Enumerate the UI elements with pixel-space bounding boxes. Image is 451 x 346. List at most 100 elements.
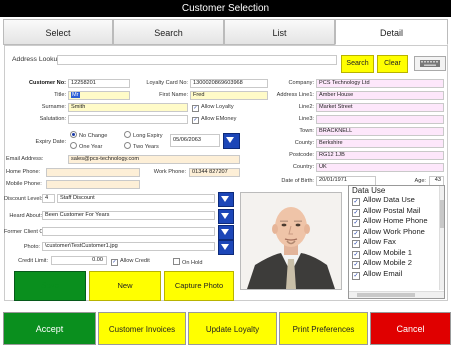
address-search-button[interactable]: Search (341, 55, 374, 73)
allow-emoney-checkbox[interactable]: ✓ Allow EMoney (192, 116, 236, 124)
work-phone-field[interactable]: 01344 827207 (189, 168, 240, 177)
credit-limit-field[interactable]: 0.00 (51, 256, 107, 265)
photo-path-field[interactable]: \customer\TestCustomer1.jpg (42, 242, 215, 251)
data-use-item[interactable]: ✓ Allow Mobile 1 (349, 248, 444, 259)
country-field[interactable]: UK (316, 163, 444, 172)
salutation-label: Salutation: (39, 116, 66, 122)
salutation-field[interactable] (68, 115, 188, 124)
photo-dropdown[interactable] (218, 240, 234, 255)
cancel-button[interactable]: Cancel (370, 312, 451, 345)
surname-field[interactable]: Smith (68, 103, 188, 112)
data-use-item[interactable]: ✓ Allow Work Phone (349, 227, 444, 238)
expiry-long-expiry-label: Long Expiry (133, 133, 163, 139)
first-name-field[interactable]: Fred (190, 91, 268, 100)
address-line1-field[interactable]: Amber House (316, 91, 444, 100)
loyalty-card-no-label: Loyalty Card No: (146, 80, 188, 86)
allow-emoney-label: Allow EMoney (201, 116, 237, 122)
save-button[interactable]: Save (14, 271, 86, 301)
country-label: Country: (292, 164, 314, 170)
address-lookup-input[interactable] (57, 55, 337, 65)
loyalty-card-no-field[interactable]: 1300020869603968 (190, 79, 268, 88)
data-use-item-label: Allow Work Phone (363, 226, 425, 236)
checkbox-checked-icon: ✓ (352, 219, 360, 227)
expiry-date-field[interactable]: 05/06/2063 (170, 134, 220, 147)
data-use-item[interactable]: ✓ Allow Postal Mail (349, 206, 444, 217)
tab-select[interactable]: Select (3, 19, 113, 45)
discount-level-dropdown[interactable] (218, 192, 234, 207)
capture-photo-button[interactable]: Capture Photo (164, 271, 234, 301)
checkbox-checked-icon: ✓ (352, 198, 360, 206)
address-line3-field[interactable] (316, 115, 444, 124)
checkbox-checked-icon: ✓ (352, 271, 360, 280)
discount-level-desc[interactable]: Staff Discount (57, 194, 215, 203)
data-use-item[interactable]: ✓ Allow Fax (349, 237, 444, 248)
checkbox-unchecked-icon (173, 258, 180, 265)
customer-photo (240, 192, 342, 290)
title-value: Mr (71, 92, 80, 98)
former-client-dropdown[interactable] (218, 225, 234, 240)
address-line3-label: Line3: (298, 116, 314, 122)
expiry-two-years-radio[interactable]: Two Years (124, 142, 159, 150)
age-label: Age: (414, 178, 426, 184)
discount-level-code[interactable]: 4 (42, 194, 55, 203)
print-preferences-button[interactable]: Print Preferences (279, 312, 368, 345)
allow-loyalty-label: Allow Loyalty (201, 104, 234, 110)
tab-detail[interactable]: Detail (335, 19, 448, 45)
town-field[interactable]: BRACKNELL (316, 127, 444, 136)
home-phone-field[interactable] (46, 168, 140, 177)
email-label: Email Address: (6, 156, 44, 162)
tab-search[interactable]: Search (113, 19, 224, 45)
expiry-two-years-label: Two Years (133, 144, 159, 150)
data-use-item[interactable]: ✓ Allow Email (349, 269, 444, 280)
data-use-item-label: Allow Home Phone (363, 216, 428, 225)
company-label: Company: (288, 80, 315, 86)
new-button[interactable]: New (89, 271, 161, 301)
address-line2-field[interactable]: Market Street (316, 103, 444, 112)
keyboard-icon (420, 60, 440, 67)
allow-loyalty-checkbox[interactable]: ✓ Allow Loyalty (192, 104, 234, 112)
checkbox-checked-icon: ✓ (192, 117, 199, 124)
vscroll-thumb[interactable] (440, 200, 444, 228)
data-use-hscrollbar[interactable] (349, 291, 444, 298)
expiry-date-dropdown[interactable] (223, 133, 240, 149)
heard-about-field[interactable]: Been Customer For Years (42, 211, 215, 220)
mobile-phone-field[interactable] (46, 180, 140, 189)
expiry-long-expiry-radio[interactable]: Long Expiry (124, 131, 163, 139)
title-field[interactable]: Mr (68, 91, 130, 100)
address-lookup-label: Address Lookup: (12, 56, 64, 63)
data-use-item[interactable]: ✓ Allow Mobile 2 (349, 258, 444, 269)
data-use-item-label: Allow Postal Mail (363, 205, 421, 215)
postcode-label: Postcode: (289, 152, 314, 158)
email-field[interactable]: sales@pcs-technology.com (68, 155, 240, 164)
credit-limit-label: Credit Limit: (18, 258, 48, 264)
company-field[interactable]: PCS Technology Ltd (316, 79, 444, 88)
address-clear-button[interactable]: Clear (377, 55, 408, 73)
customer-no-label: Customer No: (29, 80, 66, 86)
data-use-vscrollbar[interactable] (439, 186, 444, 290)
allow-credit-checkbox[interactable]: ✓ Allow Credit (111, 258, 150, 266)
update-loyalty-button[interactable]: Update Loyalty (188, 312, 277, 345)
data-use-item[interactable]: ✓ Allow Data Use (349, 195, 444, 206)
accept-button[interactable]: Accept (3, 312, 96, 345)
former-client-field[interactable] (42, 227, 215, 236)
postcode-field[interactable]: RG12 1JB (316, 151, 444, 160)
photo-label: Photo: (23, 244, 40, 250)
address-line1-label: Address Line1: (276, 92, 314, 98)
heard-about-dropdown[interactable] (218, 209, 234, 224)
tab-list[interactable]: List (224, 19, 335, 45)
data-use-list[interactable]: Data Use ✓ Allow Data Use ✓ Allow Postal M… (348, 185, 445, 299)
expiry-no-change-radio[interactable]: No Change (70, 131, 107, 139)
checkbox-checked-icon: ✓ (192, 105, 199, 112)
expiry-date-label: Expiry Date: (35, 139, 66, 145)
county-field[interactable]: Berkshire (316, 139, 444, 148)
customer-invoices-button[interactable]: Customer Invoices (98, 312, 186, 345)
data-use-title: Data Use (352, 186, 386, 195)
hscroll-thumb[interactable] (357, 293, 415, 297)
checkbox-checked-icon: ✓ (352, 240, 360, 248)
checkbox-checked-icon: ✓ (352, 261, 360, 269)
keyboard-button[interactable] (414, 56, 446, 71)
data-use-item[interactable]: ✓ Allow Home Phone (349, 216, 444, 227)
on-hold-checkbox[interactable]: On Hold (173, 258, 203, 266)
customer-no-field: 12258201 (68, 79, 130, 88)
expiry-one-year-radio[interactable]: One Year (70, 142, 102, 150)
